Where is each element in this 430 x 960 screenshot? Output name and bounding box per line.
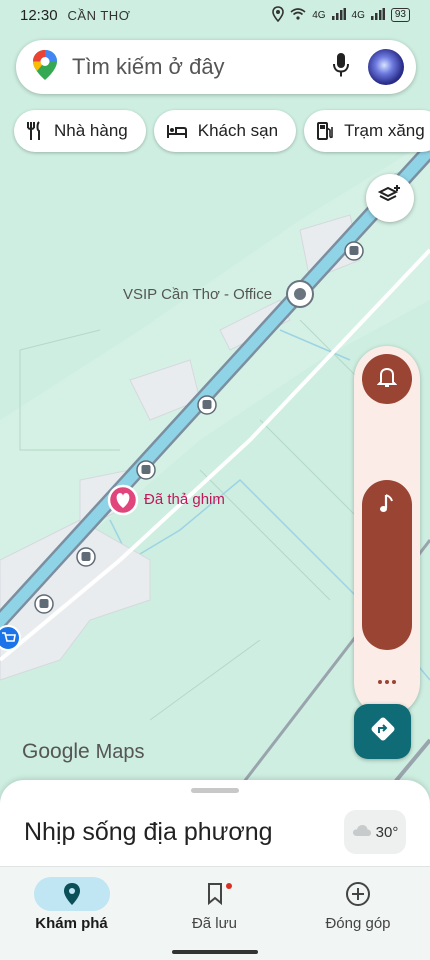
status-icons: 4G 4G 93: [272, 5, 410, 25]
office-poi-icon: [286, 280, 314, 308]
nav-contribute[interactable]: Đóng góp: [286, 867, 430, 947]
dot: [385, 680, 389, 684]
bed-icon: [166, 123, 188, 139]
logo-maps: Maps: [95, 741, 145, 763]
bus-stop-icon: [34, 594, 54, 614]
home-indicator[interactable]: [172, 950, 258, 954]
chip-label: Khách sạn: [197, 121, 279, 140]
layers-plus-icon: [377, 184, 402, 213]
dropped-pin-heart-icon: [107, 484, 139, 516]
nav-label: Đóng góp: [325, 915, 391, 932]
signal-icon: [331, 7, 346, 23]
chip-label: Nhà hàng: [54, 121, 128, 140]
side-action-panel: [354, 346, 420, 716]
bus-stop-icon: [197, 395, 217, 415]
chip-hotels[interactable]: Khách sạn: [153, 110, 297, 152]
nav-explore[interactable]: Khám phá: [0, 867, 143, 947]
chip-label: Trạm xăng: [344, 121, 425, 140]
gas-station-icon: [316, 121, 334, 141]
bus-stop-icon: [344, 241, 364, 261]
notification-dot: [225, 883, 232, 889]
weather-chip[interactable]: 30°: [344, 810, 406, 854]
sheet-title: Nhịp sống địa phương: [24, 818, 273, 846]
location-status-icon: [272, 5, 284, 25]
notification-button[interactable]: [362, 354, 412, 404]
bell-icon: [376, 366, 398, 393]
google-maps-logo: Google Maps: [22, 740, 144, 764]
google-maps-pin-icon: [32, 49, 58, 86]
shopping-cart-icon: [0, 625, 21, 651]
logo-google: Google: [22, 740, 90, 763]
chip-gas-stations[interactable]: Trạm xăng: [304, 110, 430, 152]
microphone-icon[interactable]: [332, 52, 350, 83]
nav-label: Đã lưu: [191, 915, 238, 932]
sheet-drag-handle[interactable]: [191, 788, 239, 793]
search-bar[interactable]: Tìm kiếm ở đây: [16, 40, 416, 94]
nav-label: Khám phá: [35, 915, 108, 932]
location-pin-icon: [33, 877, 110, 911]
plus-circle-icon: [320, 877, 396, 911]
account-avatar[interactable]: [368, 49, 404, 85]
bus-stop-icon: [136, 460, 156, 480]
bus-stop-icon: [76, 547, 96, 567]
network-type-1: 4G: [312, 9, 326, 21]
status-place: CẦN THƠ: [67, 7, 131, 23]
signal-icon: [370, 7, 385, 23]
network-type-2: 4G: [351, 9, 365, 21]
cloud-icon: [352, 823, 372, 841]
nav-saved[interactable]: Đã lưu: [143, 867, 286, 947]
poi-label-vsip[interactable]: VSIP Cần Thơ - Office: [123, 286, 272, 303]
status-time: 12:30: [20, 6, 58, 24]
directions-button[interactable]: [354, 704, 411, 759]
battery-level: 93: [390, 8, 410, 22]
bottom-navigation: Khám phá Đã lưu Đóng góp: [0, 866, 430, 960]
fork-knife-icon: [26, 121, 44, 141]
search-input[interactable]: Tìm kiếm ở đây: [72, 54, 332, 80]
bottom-sheet[interactable]: Nhịp sống địa phương 30°: [0, 780, 430, 870]
wifi-icon: [290, 7, 306, 23]
layers-button[interactable]: [366, 174, 414, 222]
category-chips: Nhà hàng Khách sạn Trạm xăng: [14, 110, 430, 152]
more-options-button[interactable]: [372, 672, 402, 692]
music-note-icon: [377, 492, 397, 521]
status-bar: 12:30 CẦN THƠ 4G 4G 93: [0, 0, 430, 30]
chip-restaurants[interactable]: Nhà hàng: [14, 110, 146, 152]
dot: [378, 680, 382, 684]
dot: [392, 680, 396, 684]
directions-arrow-icon: [369, 715, 397, 748]
dropped-pin-label[interactable]: Đã thả ghim: [144, 491, 225, 508]
weather-temperature: 30°: [375, 823, 399, 841]
music-button[interactable]: [362, 480, 412, 650]
bookmark-icon: [177, 877, 253, 911]
